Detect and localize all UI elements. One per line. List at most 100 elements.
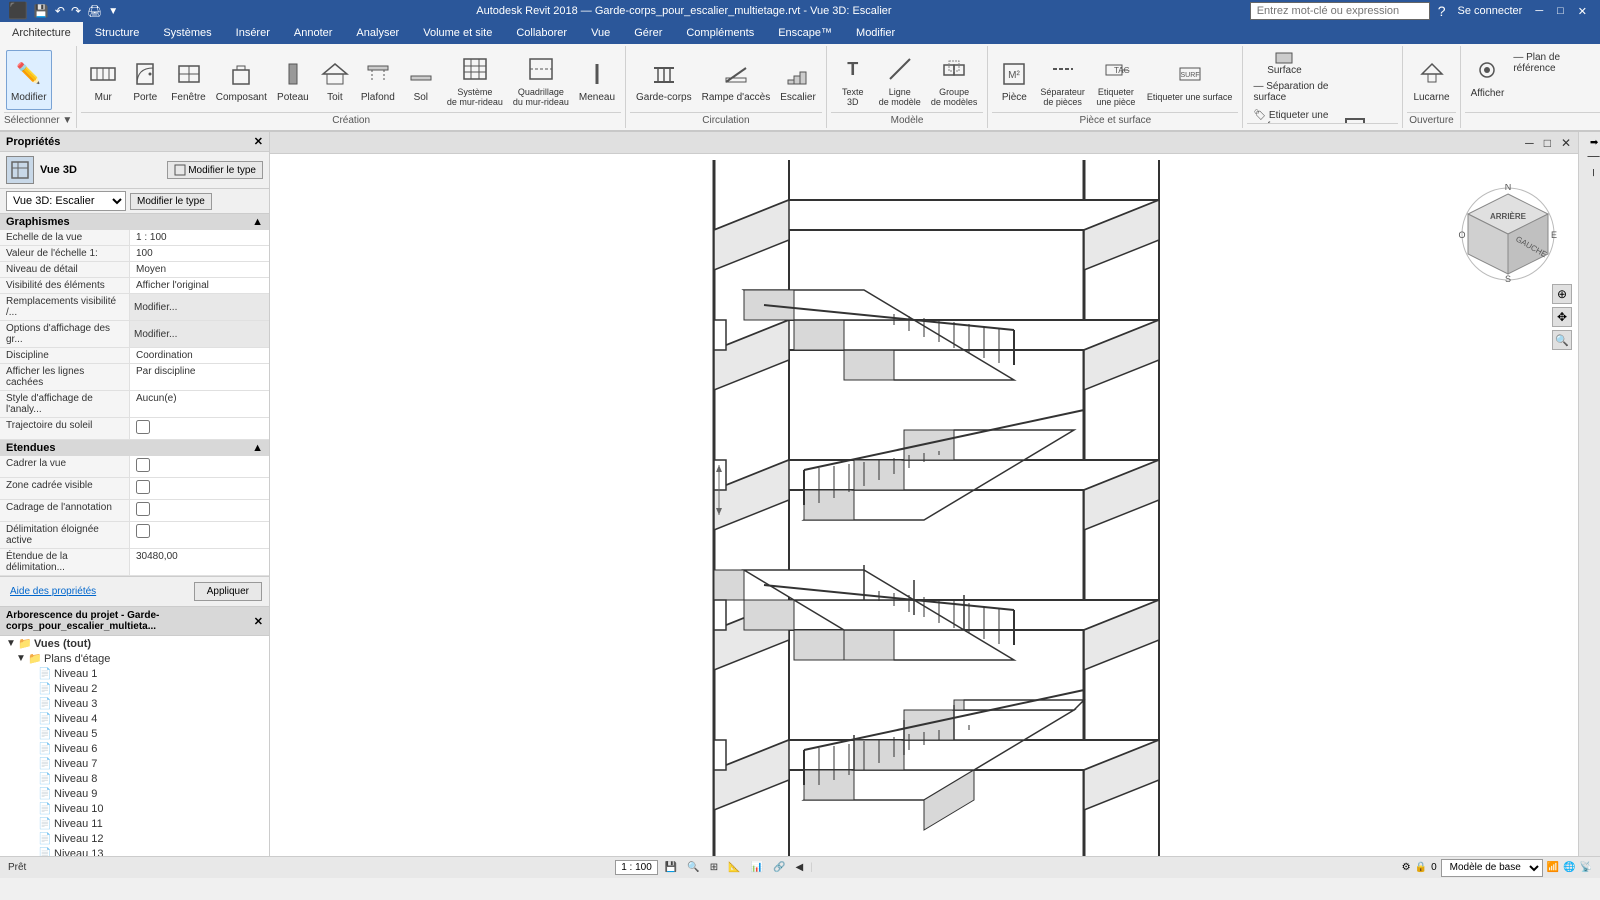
title-bar-controls[interactable]: ? Se connecter ─ □ ✕ bbox=[1250, 2, 1592, 20]
tab-complements[interactable]: Compléments bbox=[674, 22, 766, 44]
tree-niveau1[interactable]: 📄Niveau 1 bbox=[0, 666, 269, 681]
status-btn-6[interactable]: 🔗 bbox=[770, 861, 788, 874]
browser-header[interactable]: Arborescence du projet - Garde-corps_pou… bbox=[0, 607, 269, 636]
status-btn-4[interactable]: 📐 bbox=[725, 861, 743, 874]
btn-meneau[interactable]: Meneau bbox=[575, 50, 619, 110]
view-selector[interactable]: Vue 3D: Escalier bbox=[6, 191, 126, 211]
tree-niveau8[interactable]: 📄Niveau 8 bbox=[0, 771, 269, 786]
status-btn-5[interactable]: 📊 bbox=[748, 861, 766, 874]
tab-architecture[interactable]: Architecture bbox=[0, 22, 83, 44]
btn-remplacements[interactable]: Modifier... bbox=[130, 294, 269, 320]
tab-modifier[interactable]: Modifier bbox=[844, 22, 907, 44]
btn-groupe-modeles[interactable]: Groupede modèles bbox=[927, 50, 982, 110]
btn-plafond[interactable]: Plafond bbox=[357, 50, 399, 110]
canvas-minimize-btn[interactable]: ─ bbox=[1522, 136, 1537, 150]
btn-sol[interactable]: Sol bbox=[401, 50, 441, 110]
tab-structure[interactable]: Structure bbox=[83, 22, 152, 44]
canvas-close-btn[interactable]: ✕ bbox=[1558, 136, 1574, 150]
view-edit-btn[interactable]: Modifier le type bbox=[130, 193, 212, 210]
btn-poteau[interactable]: Poteau bbox=[273, 50, 313, 110]
tree-niveau5[interactable]: 📄Niveau 5 bbox=[0, 726, 269, 741]
tree-niveau13[interactable]: 📄Niveau 13 bbox=[0, 846, 269, 856]
tree-niveau10[interactable]: 📄Niveau 10 bbox=[0, 801, 269, 816]
btn-ligne-modele[interactable]: Lignede modèle bbox=[875, 50, 925, 110]
btn-separateur-pieces[interactable]: Séparateurde pièces bbox=[1036, 50, 1089, 110]
orbit-btn[interactable]: ⊕ bbox=[1552, 284, 1572, 304]
quick-access-save[interactable]: 💾 bbox=[34, 4, 49, 18]
view-cube[interactable]: ARRIÈRE GAUCHE N E O S bbox=[1458, 184, 1558, 284]
btn-etiqueter-surface2[interactable]: 🏷 Etiqueter une surface bbox=[1249, 108, 1334, 123]
tree-niveau6[interactable]: 📄Niveau 6 bbox=[0, 741, 269, 756]
apply-btn[interactable]: Appliquer bbox=[194, 582, 262, 601]
browser-content[interactable]: ▼ 📁 Vues (tout) ▼ 📁 Plans d'étage 📄Nivea… bbox=[0, 636, 269, 856]
checkbox-cadrage-annotation[interactable] bbox=[136, 502, 150, 516]
btn-porte[interactable]: Porte bbox=[125, 50, 165, 110]
right-btn-1[interactable]: ⬆ bbox=[1581, 136, 1599, 148]
tree-vues-tout[interactable]: ▼ 📁 Vues (tout) bbox=[0, 636, 269, 651]
checkbox-trajectoire[interactable] bbox=[136, 420, 150, 434]
status-btn-7[interactable]: ◀ bbox=[792, 861, 806, 874]
quick-access-more[interactable]: ▼ bbox=[108, 6, 118, 17]
btn-surface[interactable]: Surface bbox=[1249, 50, 1319, 78]
btn-quadrillage-rideau[interactable]: Quadrillagedu mur-rideau bbox=[509, 50, 573, 110]
tree-niveau11[interactable]: 📄Niveau 11 bbox=[0, 816, 269, 831]
btn-texte3d[interactable]: T Texte3D bbox=[833, 50, 873, 110]
btn-mur[interactable]: Mur bbox=[83, 50, 123, 110]
maximize-btn[interactable]: □ bbox=[1552, 5, 1569, 17]
btn-lucarne[interactable]: Lucarne bbox=[1409, 50, 1453, 110]
btn-etiqueter-surface[interactable]: SURF Etiqueter une surface bbox=[1143, 50, 1237, 110]
btn-plan-reference[interactable]: — Plan de référence bbox=[1509, 50, 1599, 78]
tab-inserer[interactable]: Insérer bbox=[224, 22, 282, 44]
tree-niveau12[interactable]: 📄Niveau 12 bbox=[0, 831, 269, 846]
zoom-btn[interactable]: 🔍 bbox=[1552, 330, 1572, 350]
btn-systeme-rideau[interactable]: Systèmede mur-rideau bbox=[443, 50, 507, 110]
help-icon[interactable]: ? bbox=[1434, 3, 1450, 19]
right-btn-2[interactable]: │ bbox=[1581, 152, 1599, 162]
tab-volume[interactable]: Volume et site bbox=[411, 22, 504, 44]
close-btn[interactable]: ✕ bbox=[1573, 5, 1592, 18]
tree-niveau4[interactable]: 📄Niveau 4 bbox=[0, 711, 269, 726]
model-select[interactable]: Modèle de base Modèle complet bbox=[1441, 859, 1543, 877]
checkbox-delimitation[interactable] bbox=[136, 524, 150, 538]
section-etendues[interactable]: Etendues ▲ bbox=[0, 440, 269, 456]
quick-access-print[interactable]: 🖨 bbox=[87, 4, 102, 18]
btn-etiqueter-piece[interactable]: TAG Etiqueterune pièce bbox=[1091, 50, 1141, 110]
browser-close-btn[interactable]: ✕ bbox=[254, 615, 263, 628]
quick-access-undo[interactable]: ↶ bbox=[55, 4, 65, 18]
btn-options-affichage[interactable]: Modifier... bbox=[130, 321, 269, 347]
btn-garde-corps[interactable]: Garde-corps bbox=[632, 50, 696, 110]
pan-btn[interactable]: ✥ bbox=[1552, 307, 1572, 327]
status-btn-1[interactable]: 💾 bbox=[662, 861, 680, 874]
btn-composant[interactable]: Composant bbox=[212, 50, 271, 110]
tab-analyser[interactable]: Analyser bbox=[344, 22, 411, 44]
canvas-maximize-btn[interactable]: □ bbox=[1541, 136, 1554, 150]
status-btn-2[interactable]: 🔍 bbox=[684, 861, 702, 874]
btn-rampe[interactable]: Rampe d'accès bbox=[698, 50, 775, 110]
checkbox-cadrer[interactable] bbox=[136, 458, 150, 472]
checkbox-zone-cadree[interactable] bbox=[136, 480, 150, 494]
status-btn-3[interactable]: ⊞ bbox=[707, 861, 721, 874]
viewport[interactable]: ARRIÈRE GAUCHE N E O S ⊕ ✥ 🔍 bbox=[270, 154, 1578, 856]
toggle-vues-tout[interactable]: ▼ bbox=[4, 638, 18, 649]
btn-toit[interactable]: Toit bbox=[315, 50, 355, 110]
tab-annoter[interactable]: Annoter bbox=[282, 22, 345, 44]
tree-niveau3[interactable]: 📄Niveau 3 bbox=[0, 696, 269, 711]
tab-enscape[interactable]: Enscape™ bbox=[766, 22, 844, 44]
tree-niveau2[interactable]: 📄Niveau 2 bbox=[0, 681, 269, 696]
btn-separation-surface[interactable]: — Séparation de surface bbox=[1249, 79, 1334, 107]
aide-link[interactable]: Aide des propriétés bbox=[4, 583, 102, 600]
btn-mur-surface[interactable]: Mur bbox=[1335, 108, 1375, 123]
tab-systemes[interactable]: Systèmes bbox=[151, 22, 223, 44]
properties-close-btn[interactable]: ✕ bbox=[254, 135, 263, 148]
tab-collaborer[interactable]: Collaborer bbox=[504, 22, 579, 44]
tab-vue[interactable]: Vue bbox=[579, 22, 622, 44]
tab-gerer[interactable]: Gérer bbox=[622, 22, 674, 44]
search-input[interactable] bbox=[1250, 2, 1430, 20]
right-btn-3[interactable]: ─ bbox=[1581, 167, 1599, 178]
btn-fenetre[interactable]: Fenêtre bbox=[167, 50, 209, 110]
tree-niveau9[interactable]: 📄Niveau 9 bbox=[0, 786, 269, 801]
minimize-btn[interactable]: ─ bbox=[1530, 5, 1548, 17]
btn-afficher[interactable]: Afficher bbox=[1467, 50, 1509, 102]
modify-type-btn[interactable]: Modifier le type bbox=[167, 161, 263, 179]
btn-modifier[interactable]: ✏️ Modifier bbox=[6, 50, 52, 110]
